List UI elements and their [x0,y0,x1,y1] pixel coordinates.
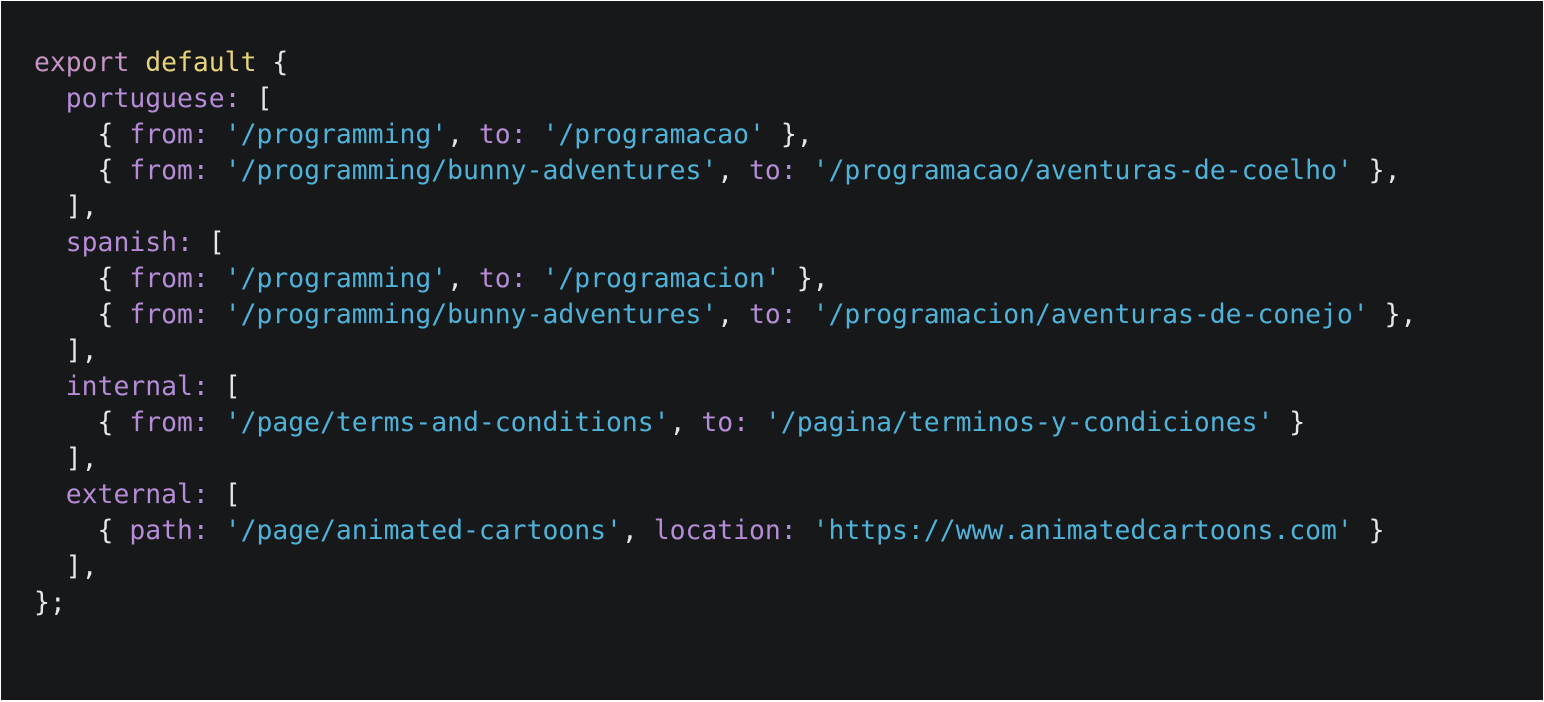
punctuation-token: [ [208,479,241,510]
punctuation-token [749,407,765,438]
string-token: '/programacion' [542,263,781,294]
punctuation-token: ], [34,551,98,582]
code-line: portuguese: [ [34,81,1416,117]
string-token: '/programacao' [542,119,765,150]
punctuation-token: { [34,515,130,546]
property-token: to: [749,155,797,186]
punctuation-token: { [34,155,130,186]
punctuation-token [527,119,543,150]
string-token: '/page/animated-cartoons' [224,515,622,546]
keyword-token: default [145,47,257,78]
punctuation-token: , [447,263,479,294]
punctuation-token [34,479,66,510]
property-token: to: [478,119,527,150]
punctuation-token [209,155,225,186]
punctuation-token: { [256,47,289,78]
punctuation-token: }, [764,119,813,150]
string-token: '/pagina/terminos-y-condiciones' [764,407,1274,438]
code-line: ], [34,189,1416,225]
property-token: to: [478,263,527,294]
punctuation-token: , [669,407,702,438]
punctuation-token: , [717,299,750,330]
punctuation-token [209,119,225,150]
punctuation-token [34,227,66,258]
code-line: { from: '/programming', to: '/programaca… [34,117,1416,153]
punctuation-token: { [34,299,130,330]
punctuation-token: } [1273,407,1306,438]
punctuation-token: , [447,119,479,150]
punctuation-token [34,83,66,114]
code-line: { from: '/page/terms-and-conditions', to… [34,405,1416,441]
punctuation-token [209,263,225,294]
code-line: }; [34,585,1416,621]
property-token: to: [701,407,750,438]
punctuation-token: ], [34,335,98,366]
punctuation-token: ], [34,191,98,222]
punctuation-token [797,299,813,330]
punctuation-token [129,47,145,78]
property-token: from: [129,263,209,294]
code-line: { from: '/programming', to: '/programaci… [34,261,1416,297]
punctuation-token [797,155,813,186]
punctuation-token: ], [34,443,98,474]
code-line: ], [34,441,1416,477]
property-token: from: [129,407,209,438]
code-line: export default { [34,45,1416,81]
property-token: to: [749,299,797,330]
punctuation-token [209,407,225,438]
code-line: spanish: [ [34,225,1416,261]
string-token: '/programacion/aventuras-de-conejo' [812,299,1369,330]
keyword-token: export [34,47,130,78]
punctuation-token: { [34,407,130,438]
punctuation-token [797,515,813,546]
punctuation-token: , [717,155,750,186]
code-line: external: [ [34,477,1416,513]
property-token: location: [653,515,797,546]
property-token: from: [129,155,209,186]
property-token: internal: [65,371,209,402]
property-token: spanish: [65,227,193,258]
punctuation-token: [ [208,371,241,402]
property-token: external: [65,479,209,510]
punctuation-token [209,515,225,546]
punctuation-token: { [34,119,130,150]
property-token: portuguese: [65,83,241,114]
string-token: '/programming/bunny-adventures' [224,299,718,330]
string-token: 'https://www.animatedcartoons.com' [812,515,1353,546]
punctuation-token: } [1352,515,1385,546]
code-line: { from: '/programming/bunny-adventures',… [34,153,1416,189]
string-token: '/programming' [224,119,448,150]
string-token: '/programming' [224,263,448,294]
string-token: '/programacao/aventuras-de-coelho' [812,155,1353,186]
code-line: ], [34,549,1416,585]
code-block[interactable]: export default { portuguese: [ { from: '… [34,45,1416,621]
code-line: internal: [ [34,369,1416,405]
punctuation-token: }; [34,587,66,618]
code-line: { from: '/programming/bunny-adventures',… [34,297,1417,333]
punctuation-token: }, [1368,299,1417,330]
punctuation-token: { [34,263,130,294]
code-line: { path: '/page/animated-cartoons', locat… [34,513,1416,549]
punctuation-token [34,371,66,402]
punctuation-token: [ [192,227,225,258]
string-token: '/page/terms-and-conditions' [224,407,670,438]
punctuation-token [209,299,225,330]
code-line: ], [34,333,1416,369]
code-editor: export default { portuguese: [ { from: '… [1,1,1543,700]
punctuation-token [527,263,543,294]
punctuation-token: }, [780,263,829,294]
property-token: from: [129,119,209,150]
punctuation-token: , [621,515,654,546]
punctuation-token: }, [1352,155,1401,186]
property-token: from: [129,299,209,330]
property-token: path: [129,515,209,546]
string-token: '/programming/bunny-adventures' [224,155,718,186]
punctuation-token: [ [240,83,273,114]
